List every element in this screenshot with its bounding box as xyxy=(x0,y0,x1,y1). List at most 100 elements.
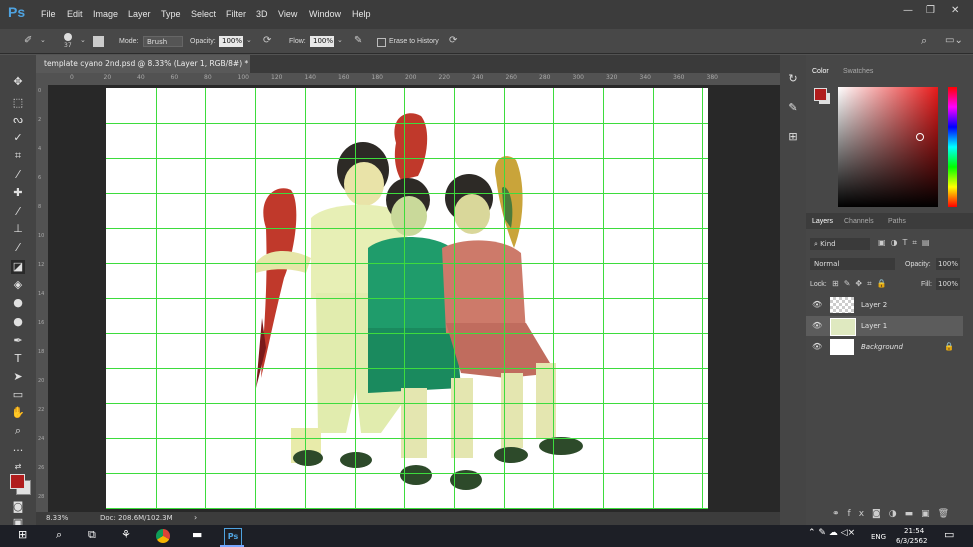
airbrush-icon[interactable]: ✎ xyxy=(354,35,362,46)
quick-select-icon[interactable]: ✓ xyxy=(11,131,25,145)
crop-tool-icon[interactable]: ⌗ xyxy=(11,149,25,163)
flow-field[interactable]: 100% xyxy=(310,36,334,47)
document-canvas[interactable] xyxy=(106,88,708,509)
ruler-tick-label: 6 xyxy=(38,175,42,181)
quick-mask-icon[interactable]: ◙ xyxy=(11,500,25,514)
history-panel-icon[interactable]: ↻ xyxy=(786,72,800,86)
brush-chevron-icon[interactable]: ⌄ xyxy=(80,36,86,44)
clock-time[interactable]: 21:54 xyxy=(904,527,924,535)
app-icon[interactable]: ⚘ xyxy=(121,528,131,541)
eraser-tool-icon[interactable]: ◪ xyxy=(11,260,25,274)
flow-chevron-icon[interactable]: ⌄ xyxy=(337,36,343,44)
opacity-field[interactable]: 100% xyxy=(219,36,243,47)
foreground-color-swatch[interactable] xyxy=(10,474,25,489)
menu-edit[interactable]: Edit xyxy=(67,9,83,19)
language-indicator[interactable]: ENG xyxy=(871,533,886,541)
windows-start-icon[interactable]: ⊞ xyxy=(18,528,27,541)
erase-history-checkbox[interactable] xyxy=(377,38,386,47)
ruler-tick-label: 340 xyxy=(639,74,651,81)
menu-view[interactable]: View xyxy=(278,9,297,19)
marquee-tool-icon[interactable]: ⬚ xyxy=(11,96,25,110)
type-tool-icon[interactable]: T xyxy=(11,352,25,366)
move-tool-icon[interactable]: ✥ xyxy=(11,75,25,89)
layer-filter-icons[interactable]: ▣◑T⌗▤ xyxy=(878,238,935,248)
hand-tool-icon[interactable]: ✋ xyxy=(11,406,25,420)
chevron-down-icon[interactable]: ⌄ xyxy=(40,36,46,44)
lasso-tool-icon[interactable]: ᔓ xyxy=(11,113,25,127)
healing-brush-icon[interactable]: ✚ xyxy=(11,186,25,200)
fill-field[interactable]: 100% xyxy=(936,278,960,290)
menu-3d[interactable]: 3D xyxy=(256,9,268,19)
blur-tool-icon[interactable]: ● xyxy=(11,296,25,310)
menu-help[interactable]: Help xyxy=(352,9,371,19)
paint-bucket-icon[interactable]: ◈ xyxy=(11,278,25,292)
clock-date[interactable]: 6/3/2562 xyxy=(896,537,927,545)
zoom-level[interactable]: 8.33% xyxy=(46,514,68,522)
photoshop-taskbar-icon[interactable]: Ps xyxy=(224,528,242,546)
tab-swatches[interactable]: Swatches xyxy=(843,68,873,75)
brush-settings-icon[interactable]: ✎ xyxy=(786,101,800,115)
eraser-tool-icon[interactable]: ✐ xyxy=(24,35,32,46)
eyedropper-icon[interactable]: ⁄ xyxy=(11,168,25,182)
tab-color[interactable]: Color xyxy=(812,68,829,75)
layer-row-layer-2[interactable]: 👁 Layer 2 xyxy=(806,295,963,315)
restore-icon[interactable]: ❐ xyxy=(926,5,935,16)
tab-paths[interactable]: Paths xyxy=(888,218,906,225)
opacity-chevron-icon[interactable]: ⌄ xyxy=(246,36,252,44)
mode-label: Mode: xyxy=(119,38,139,45)
menu-file[interactable]: File xyxy=(41,9,56,19)
file-explorer-icon[interactable]: ▬ xyxy=(192,528,202,541)
filter-kind-select[interactable]: ⌕ Kind xyxy=(810,238,870,250)
color-panel-foreground[interactable] xyxy=(814,88,827,101)
status-menu-arrow[interactable]: › xyxy=(194,513,197,522)
swap-colors-icon[interactable]: ⇄ xyxy=(11,460,25,474)
blend-mode-select[interactable]: Normal xyxy=(810,258,895,270)
tab-layers[interactable]: Layers xyxy=(812,218,833,225)
eye-icon[interactable]: 👁 xyxy=(812,321,822,330)
hue-slider[interactable] xyxy=(948,87,957,207)
menu-image[interactable]: Image xyxy=(93,9,118,19)
notification-icon[interactable]: ▭ xyxy=(944,528,954,541)
chrome-icon[interactable] xyxy=(156,529,170,543)
brush-preview-icon[interactable] xyxy=(64,33,72,41)
pen-tool-icon[interactable]: ✒ xyxy=(11,334,25,348)
grid-line xyxy=(106,123,708,124)
history-brush-icon[interactable]: ⁄ xyxy=(11,241,25,255)
menu-filter[interactable]: Filter xyxy=(226,9,246,19)
workspace-icon[interactable]: ▭⌄ xyxy=(945,35,963,46)
pressure-opacity-icon[interactable]: ⟳ xyxy=(263,35,271,46)
layer-row-layer-1[interactable]: 👁 Layer 1 xyxy=(806,316,963,336)
color-field[interactable] xyxy=(838,87,938,207)
minimize-icon[interactable]: — xyxy=(903,5,913,16)
mode-select[interactable]: Brush xyxy=(143,36,183,47)
path-select-icon[interactable]: ➤ xyxy=(11,370,25,384)
task-view-icon[interactable]: ⧉ xyxy=(88,528,96,542)
menu-window[interactable]: Window xyxy=(309,9,341,19)
more-tools-icon[interactable]: ··· xyxy=(11,444,25,458)
menu-layer[interactable]: Layer xyxy=(128,9,151,19)
menu-select[interactable]: Select xyxy=(191,9,216,19)
eye-icon[interactable]: 👁 xyxy=(812,342,822,351)
dodge-tool-icon[interactable]: ● xyxy=(11,315,25,329)
pressure-size-icon[interactable]: ⟳ xyxy=(449,35,457,46)
document-tab[interactable]: template cyano 2nd.psd @ 8.33% (Layer 1,… xyxy=(36,55,250,86)
zoom-tool-icon[interactable]: ⌕ xyxy=(11,424,25,438)
layer-opacity-field[interactable]: 100% xyxy=(936,258,960,270)
brush-tool-icon[interactable]: ⁄ xyxy=(11,205,25,219)
color-picker-marker[interactable] xyxy=(916,133,924,141)
rectangle-tool-icon[interactable]: ▭ xyxy=(11,388,25,402)
tab-channels[interactable]: Channels xyxy=(844,218,874,225)
layer-row-background[interactable]: 👁 Background 🔒 xyxy=(806,337,963,357)
stamp-tool-icon[interactable]: ⊥ xyxy=(11,222,25,236)
properties-panel-icon[interactable]: ⊞ xyxy=(786,130,800,144)
lock-icons[interactable]: ⊞✎✥⌗🔒 xyxy=(832,279,892,289)
search-icon[interactable]: ⌕ xyxy=(56,528,62,542)
search-icon[interactable]: ⌕ xyxy=(921,34,927,48)
ruler-tick-label: 10 xyxy=(38,233,45,239)
layer-footer-icons[interactable]: ⚭fx◙◑▬▣🗑 xyxy=(832,509,957,519)
menu-type[interactable]: Type xyxy=(161,9,181,19)
close-window-icon[interactable]: ✕ xyxy=(951,5,959,16)
eye-icon[interactable]: 👁 xyxy=(812,300,822,309)
brush-panel-icon[interactable] xyxy=(93,36,104,47)
tray-icons[interactable]: ⌃ ✎ ☁ ◁× xyxy=(808,528,855,538)
